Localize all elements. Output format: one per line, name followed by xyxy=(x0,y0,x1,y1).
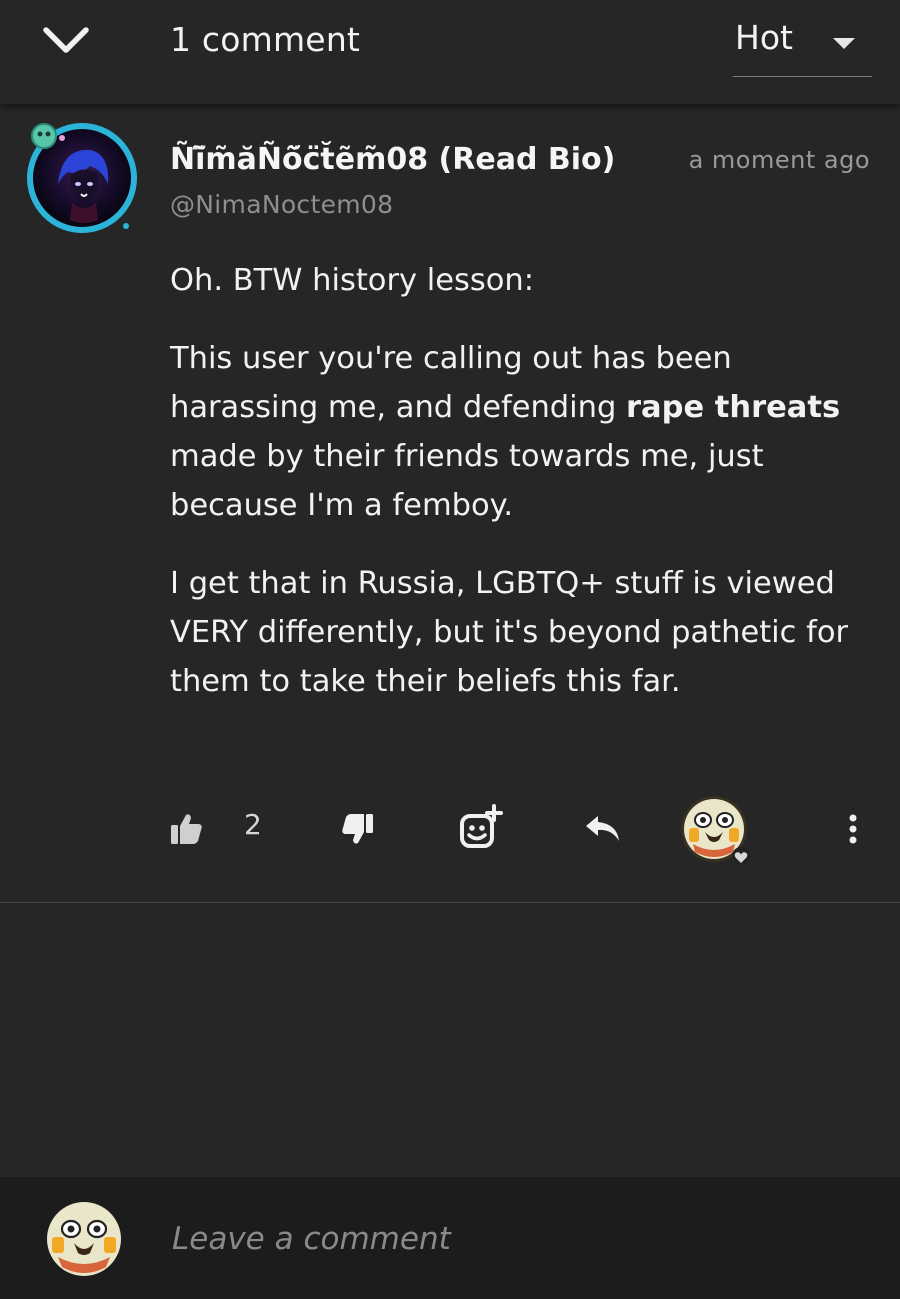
comment-paragraph: Oh. BTW history lesson: xyxy=(170,263,535,298)
chevron-down-icon xyxy=(36,18,96,66)
comment-paragraph: I get that in Russia, LGBTQ+ stuff is vi… xyxy=(170,566,849,699)
divider xyxy=(0,902,900,903)
sort-dropdown[interactable]: Hot xyxy=(733,14,872,77)
more-vertical-icon xyxy=(840,814,866,848)
thumbs-up-icon xyxy=(168,814,204,850)
like-button[interactable] xyxy=(168,812,204,850)
collapse-button[interactable] xyxy=(36,18,96,66)
author-avatar[interactable] xyxy=(18,114,142,238)
add-reaction-button[interactable] xyxy=(458,804,504,854)
author-handle: @NimaNoctem08 xyxy=(170,190,394,219)
dislike-button[interactable] xyxy=(340,812,376,850)
comment-composer xyxy=(0,1177,900,1299)
comment-paragraph: This user you're calling out has been ha… xyxy=(170,341,841,523)
like-count: 2 xyxy=(244,808,262,841)
more-options-button[interactable] xyxy=(840,814,866,848)
comment-timestamp: a moment ago xyxy=(688,146,870,174)
comment-body: Oh. BTW history lesson: This user you're… xyxy=(170,256,870,735)
reply-icon xyxy=(584,816,622,848)
sort-selected-value: Hot xyxy=(735,18,793,57)
current-user-avatar[interactable] xyxy=(44,1199,124,1279)
reactor-avatar[interactable] xyxy=(679,794,753,868)
add-emoji-icon xyxy=(458,804,504,854)
heart-icon xyxy=(734,849,748,868)
comment-item: Ñĩ̃m̃ăÑõ̆c̈t̆ẽm̃08 (Read Bio) a moment a… xyxy=(0,104,900,904)
comment-count-title: 1 comment xyxy=(170,20,361,59)
author-name[interactable]: Ñĩ̃m̃ăÑõ̆c̈t̆ẽm̃08 (Read Bio) xyxy=(170,142,615,177)
reply-button[interactable] xyxy=(584,814,622,848)
caret-down-icon xyxy=(832,36,856,55)
comment-actions: 2 xyxy=(0,794,900,865)
comment-input[interactable] xyxy=(170,1213,854,1265)
bold-text: rape threats xyxy=(626,390,841,425)
comments-header: 1 comment Hot xyxy=(0,0,900,104)
thumbs-down-icon xyxy=(340,814,376,850)
